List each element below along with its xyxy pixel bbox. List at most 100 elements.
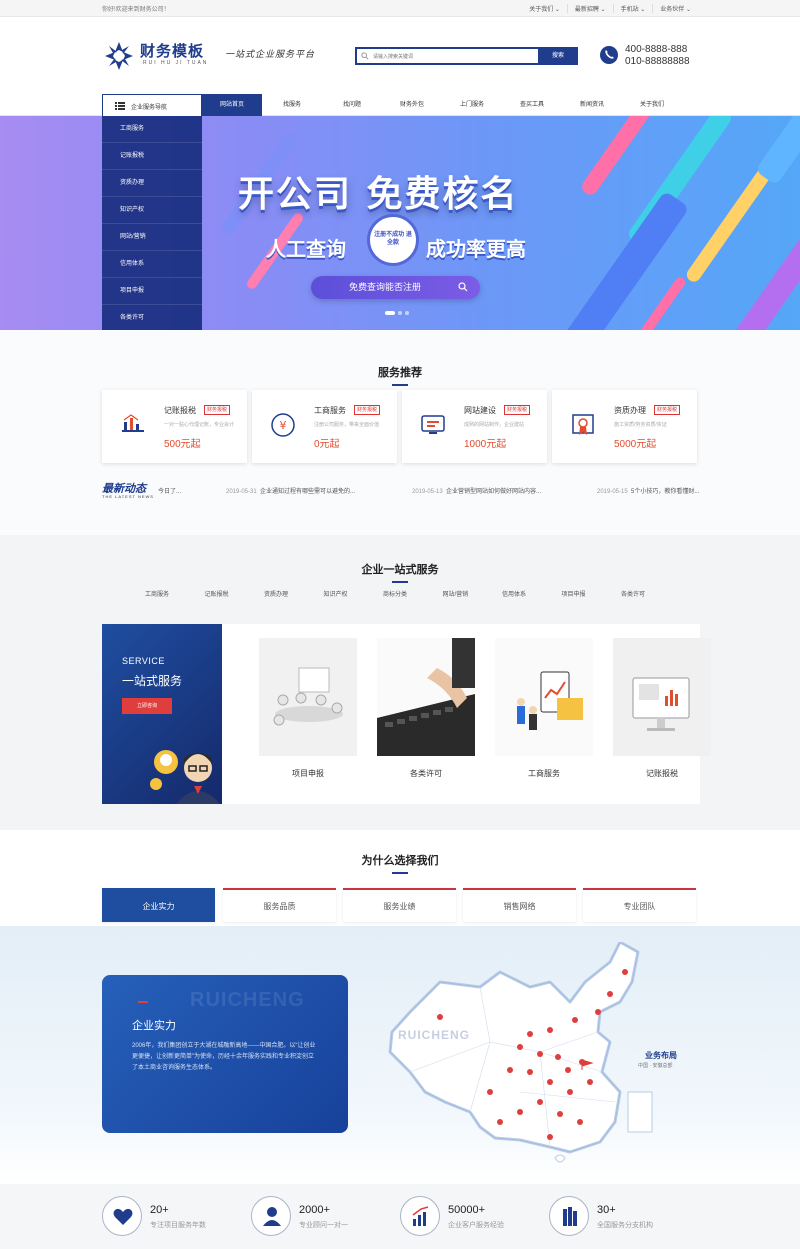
service-card-website[interactable]: 网站建设 财务报税 成熟的网站制作，企业建站 1000元起: [402, 390, 547, 463]
card-price: 5000元起: [614, 439, 657, 450]
service-item-license[interactable]: 各类许可: [367, 630, 485, 800]
strength-card: RUICHENG 企业实力 2006年，我们集团创立于大湖在城融新高地——中国合…: [102, 975, 348, 1133]
search-button[interactable]: 搜索: [538, 47, 578, 65]
nav-onsite-service[interactable]: 上门服务: [442, 94, 502, 116]
onestop-tab[interactable]: 工商服务: [145, 589, 205, 598]
card-name: 资质办理: [614, 406, 646, 415]
service-card-accounting[interactable]: 记账报税 财务报税 一对一贴心代理记账，专业会计 500元起: [102, 390, 247, 463]
tab-team[interactable]: 专业团队: [583, 888, 696, 922]
side-card-cn: 一站式服务: [122, 674, 183, 688]
stat-label: 专注项目服务年数: [150, 1222, 206, 1229]
menu-item-web-marketing[interactable]: 网站/营销: [102, 224, 202, 251]
stat-number: 30+: [597, 1204, 616, 1216]
banner-query-button[interactable]: 免费查询能否注册: [311, 276, 480, 299]
card-desc: 施工资质/劳务资质/资证: [614, 422, 667, 428]
onestop-tabs: 工商服务 记账报税 资质办理 知识产权 商标分类 网站/营销 信用体系 项目申报…: [145, 589, 681, 598]
top-link-partners[interactable]: 业务伙伴 ⌄: [652, 4, 698, 13]
growth-icon: [400, 1196, 440, 1236]
menu-item-qualification[interactable]: 资质办理: [102, 170, 202, 197]
top-bar: 你好!欢迎来到财务公司！ 关于我们 ⌄ 最新招聘 ⌄ 手机站 ⌄ 业务伙伴 ⌄: [0, 0, 800, 17]
logo-pinyin: RUI HU JI TUAN: [143, 60, 209, 66]
onestop-tab[interactable]: 资质办理: [264, 589, 324, 598]
recommend-title-text: 服务推荐: [378, 367, 422, 379]
nav-finance-outsourcing[interactable]: 财务外包: [382, 94, 442, 116]
card-desc: 注册公司服务，带来全面价值: [314, 422, 380, 428]
menu-item-business[interactable]: 工商服务: [102, 116, 202, 143]
banner-dot[interactable]: [405, 311, 409, 315]
strength-paragraph: 2006年，我们集团创立于大湖在城融新高地——中国合肥。以“让创业更便捷，让创新…: [132, 1043, 316, 1071]
service-item-accounting[interactable]: 记账报税: [603, 630, 721, 800]
monitor-icon: [421, 415, 445, 434]
stat-label: 专业顾问一对一: [299, 1222, 348, 1229]
card-desc: 成熟的网站制作，企业建站: [464, 422, 525, 428]
onestop-tab[interactable]: 商标分类: [383, 589, 443, 598]
banner-dot[interactable]: [398, 311, 402, 315]
card-price: 0元起: [314, 439, 340, 450]
stat-number: 20+: [150, 1204, 169, 1216]
onestop-tab[interactable]: 网站/营销: [443, 589, 503, 598]
top-link-mobile[interactable]: 手机站 ⌄: [612, 4, 653, 13]
onestop-tab[interactable]: 项目申报: [562, 589, 622, 598]
welcome-text: 你好!欢迎来到财务公司！: [102, 7, 170, 13]
logo[interactable]: 财务模板 RUI HU JI TUAN: [103, 38, 218, 76]
onestop-tab[interactable]: 各类许可: [621, 589, 681, 598]
tab-quality[interactable]: 服务品质: [223, 888, 336, 922]
onestop-title: 企业一站式服务: [0, 561, 800, 583]
service-item-label: 各类许可: [410, 769, 442, 778]
service-item-business[interactable]: 工商服务: [485, 630, 603, 800]
category-nav-toggle[interactable]: 企业服务导航: [102, 94, 202, 116]
nav-tools[interactable]: 查买工具: [502, 94, 562, 116]
stat-label: 全国服务分支机构: [597, 1222, 653, 1229]
menu-item-project[interactable]: 项目申报: [102, 278, 202, 305]
nav-home[interactable]: 网站首页: [202, 94, 262, 116]
news-item[interactable]: 2019-05-31 企业通知过程有哪些需可以避免的...: [226, 486, 355, 495]
yuan-icon: ¥: [271, 413, 295, 437]
news-date: 2019-05-15: [597, 489, 628, 495]
onestop-tab[interactable]: 信用体系: [502, 589, 562, 598]
service-item-label: 记账报税: [646, 769, 678, 778]
news-title: 企业通知过程有哪些需可以避免的...: [260, 489, 356, 495]
consult-button[interactable]: 立即咨询: [122, 698, 172, 714]
search-input[interactable]: [373, 50, 533, 63]
service-card-qualification[interactable]: 资质办理 财务报税 施工资质/劳务资质/资证 5000元起: [552, 390, 697, 463]
menu-item-accounting[interactable]: 记账报税: [102, 143, 202, 170]
phone-icon: [600, 46, 618, 64]
card-tag: 财务报税: [654, 405, 681, 415]
menu-item-ip[interactable]: 知识产权: [102, 197, 202, 224]
guarantee-seal-text: 注册不成功 退全款: [374, 232, 412, 246]
nav-links: 网站首页 找服务 找问题 财务外包 上门服务 查买工具 新闻资讯 关于我们: [202, 94, 682, 116]
banner-dot[interactable]: [385, 311, 395, 315]
card-name: 工商服务: [314, 406, 346, 415]
tab-performance[interactable]: 服务业绩: [343, 888, 456, 922]
nav-news[interactable]: 新闻资讯: [562, 94, 622, 116]
onestop-tab[interactable]: 记账报税: [205, 589, 265, 598]
logo-name: 财务模板: [140, 42, 205, 60]
svg-text:¥: ¥: [280, 419, 287, 432]
service-card-business[interactable]: ¥ 工商服务 财务报税 注册公司服务，带来全面价值 0元起: [252, 390, 397, 463]
meeting-illustration: [259, 638, 357, 756]
news-item[interactable]: 2019-05-15 5个小技巧，教你看懂财...: [597, 486, 699, 495]
tab-strength[interactable]: 企业实力: [102, 888, 215, 922]
phone-number-2: 010-88888888: [625, 56, 690, 67]
menu-item-credit[interactable]: 信用体系: [102, 251, 202, 278]
certificate-icon: [572, 414, 594, 435]
why-tabs: 企业实力 服务品质 服务业绩 销售网络 专业团队: [102, 888, 700, 924]
category-nav-label: 企业服务导航: [131, 105, 168, 111]
top-link-jobs[interactable]: 最新招聘 ⌄: [566, 4, 613, 13]
nav-find-service[interactable]: 找服务: [262, 94, 322, 116]
top-link-about[interactable]: 关于我们 ⌄: [522, 4, 567, 13]
computer-illustration: [613, 638, 711, 756]
onestop-tab[interactable]: 知识产权: [324, 589, 384, 598]
news-item[interactable]: 今日了...: [158, 486, 181, 495]
nav-about[interactable]: 关于我们: [622, 94, 682, 116]
news-item[interactable]: 2019-05-13 企业营销型网站如何做好网站内容...: [412, 486, 541, 495]
service-item-project[interactable]: 项目申报: [249, 630, 367, 800]
tab-network[interactable]: 销售网络: [463, 888, 576, 922]
news-date: 2019-05-31: [226, 489, 257, 495]
menu-item-license[interactable]: 各类许可: [102, 305, 202, 332]
map-subtitle: 中国 · 安徽总部: [638, 1063, 673, 1069]
menu-icon: [115, 102, 125, 110]
banner-decor: [754, 116, 800, 186]
chart-icon: [122, 414, 144, 432]
nav-find-question[interactable]: 找问题: [322, 94, 382, 116]
